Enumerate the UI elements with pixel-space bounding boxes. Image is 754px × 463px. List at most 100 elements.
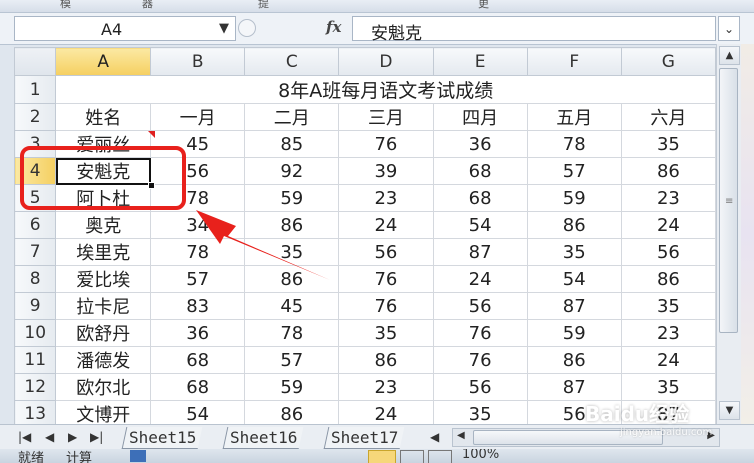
name-cell[interactable]: 欧舒丹 xyxy=(55,319,152,347)
score-cell[interactable]: 56 xyxy=(432,373,528,401)
normal-view-icon[interactable] xyxy=(368,450,396,463)
score-cell[interactable]: 35 xyxy=(338,319,434,347)
zoom-level[interactable]: 100% xyxy=(462,449,499,462)
score-cell[interactable]: 45 xyxy=(150,130,246,158)
score-cell[interactable]: 76 xyxy=(338,130,434,158)
score-cell[interactable]: 86 xyxy=(620,265,716,293)
tab-split-handle[interactable]: ◀ xyxy=(430,430,439,444)
score-cell[interactable]: 35 xyxy=(526,238,622,266)
score-cell[interactable]: 45 xyxy=(244,292,340,320)
score-cell[interactable]: 35 xyxy=(244,238,340,266)
name-cell[interactable]: 安魁克 xyxy=(55,157,152,185)
score-cell[interactable]: 35 xyxy=(620,130,716,158)
score-cell[interactable]: 68 xyxy=(432,157,528,185)
last-sheet-icon[interactable]: ▶| xyxy=(90,430,103,444)
score-cell[interactable]: 59 xyxy=(526,184,622,212)
name-cell[interactable]: 爱比埃 xyxy=(55,265,152,293)
score-cell[interactable]: 36 xyxy=(150,319,246,347)
score-cell[interactable]: 24 xyxy=(620,211,716,239)
formula-input[interactable]: 安魁克 xyxy=(352,16,716,44)
score-cell[interactable]: 34 xyxy=(150,211,246,239)
score-cell[interactable]: 56 xyxy=(432,292,528,320)
header-cell[interactable]: 六月 xyxy=(620,103,716,131)
score-cell[interactable]: 23 xyxy=(338,184,434,212)
score-cell[interactable]: 86 xyxy=(620,157,716,185)
column-header-e[interactable]: E xyxy=(432,47,528,76)
scroll-up-icon[interactable]: ▲ xyxy=(719,46,740,65)
name-box[interactable]: A4 ▼ xyxy=(14,16,236,41)
first-sheet-icon[interactable]: |◀ xyxy=(18,430,31,444)
score-cell[interactable]: 24 xyxy=(338,211,434,239)
column-header-d[interactable]: D xyxy=(338,47,434,76)
score-cell[interactable]: 87 xyxy=(526,292,622,320)
score-cell[interactable]: 54 xyxy=(526,265,622,293)
score-cell[interactable]: 78 xyxy=(244,319,340,347)
scroll-left-icon[interactable]: ◀ xyxy=(457,430,465,441)
header-cell[interactable]: 四月 xyxy=(432,103,528,131)
score-cell[interactable]: 56 xyxy=(620,238,716,266)
score-cell[interactable]: 54 xyxy=(432,211,528,239)
score-cell[interactable]: 87 xyxy=(432,238,528,266)
name-cell[interactable]: 埃里克 xyxy=(55,238,152,266)
score-cell[interactable]: 35 xyxy=(620,373,716,401)
score-cell[interactable]: 59 xyxy=(244,184,340,212)
column-header-b[interactable]: B xyxy=(150,47,246,76)
next-sheet-icon[interactable]: ▶ xyxy=(68,430,77,444)
score-cell[interactable]: 24 xyxy=(620,346,716,374)
expand-formula-bar-button[interactable]: ⌄ xyxy=(718,16,740,41)
score-cell[interactable]: 86 xyxy=(244,211,340,239)
score-cell[interactable]: 56 xyxy=(150,157,246,185)
score-cell[interactable]: 68 xyxy=(150,373,246,401)
page-layout-icon[interactable] xyxy=(400,450,424,463)
score-cell[interactable]: 57 xyxy=(526,157,622,185)
score-cell[interactable]: 83 xyxy=(150,292,246,320)
score-cell[interactable]: 56 xyxy=(338,238,434,266)
insert-function-icon[interactable]: fx xyxy=(326,18,341,36)
sheet-title-cell[interactable]: 8年A班每月语文考试成绩 xyxy=(55,75,716,104)
sheet-tab[interactable]: Sheet17 xyxy=(323,427,405,449)
column-header-c[interactable]: C xyxy=(244,47,340,76)
score-cell[interactable]: 24 xyxy=(432,265,528,293)
macro-record-icon[interactable] xyxy=(130,450,146,462)
select-all-corner[interactable] xyxy=(14,47,57,76)
score-cell[interactable]: 68 xyxy=(432,184,528,212)
score-cell[interactable]: 23 xyxy=(338,373,434,401)
name-cell[interactable]: 阿卜杜 xyxy=(55,184,152,212)
prev-sheet-icon[interactable]: ◀ xyxy=(45,430,54,444)
score-cell[interactable]: 76 xyxy=(338,265,434,293)
formula-bar-resize-handle[interactable] xyxy=(238,19,256,37)
score-cell[interactable]: 86 xyxy=(526,211,622,239)
name-cell[interactable]: 爱丽丝 xyxy=(55,130,152,158)
score-cell[interactable]: 86 xyxy=(338,346,434,374)
score-cell[interactable]: 86 xyxy=(526,346,622,374)
row-header[interactable]: 11 xyxy=(14,346,57,374)
row-header[interactable]: 9 xyxy=(14,292,57,320)
vertical-scrollbar[interactable]: ▲ ≡ ▼ xyxy=(716,44,741,424)
score-cell[interactable]: 85 xyxy=(244,130,340,158)
score-cell[interactable]: 59 xyxy=(526,319,622,347)
score-cell[interactable]: 57 xyxy=(150,265,246,293)
score-cell[interactable]: 39 xyxy=(338,157,434,185)
score-cell[interactable]: 36 xyxy=(432,130,528,158)
score-cell[interactable]: 87 xyxy=(526,373,622,401)
scroll-down-icon[interactable]: ▼ xyxy=(719,401,740,420)
header-cell[interactable]: 姓名 xyxy=(55,103,152,131)
score-cell[interactable]: 59 xyxy=(244,373,340,401)
score-cell[interactable]: 76 xyxy=(338,292,434,320)
score-cell[interactable]: 78 xyxy=(150,184,246,212)
ribbon-tab[interactable]: 更 xyxy=(478,0,489,11)
chevron-down-icon[interactable]: ▼ xyxy=(219,21,229,36)
row-header[interactable]: 7 xyxy=(14,238,57,266)
sheet-tab[interactable]: Sheet16 xyxy=(222,427,304,449)
row-header[interactable]: 10 xyxy=(14,319,57,347)
ribbon-tab[interactable]: 器 xyxy=(142,0,153,11)
row-header[interactable]: 2 xyxy=(14,103,57,131)
row-header[interactable]: 12 xyxy=(14,373,57,401)
header-cell[interactable]: 三月 xyxy=(338,103,434,131)
score-cell[interactable]: 57 xyxy=(244,346,340,374)
vertical-scroll-thumb[interactable]: ≡ xyxy=(719,68,738,333)
fill-handle[interactable] xyxy=(148,182,155,189)
ribbon-tab[interactable]: 提 xyxy=(258,0,269,11)
row-header[interactable]: 3 xyxy=(14,130,57,158)
header-cell[interactable]: 二月 xyxy=(244,103,340,131)
